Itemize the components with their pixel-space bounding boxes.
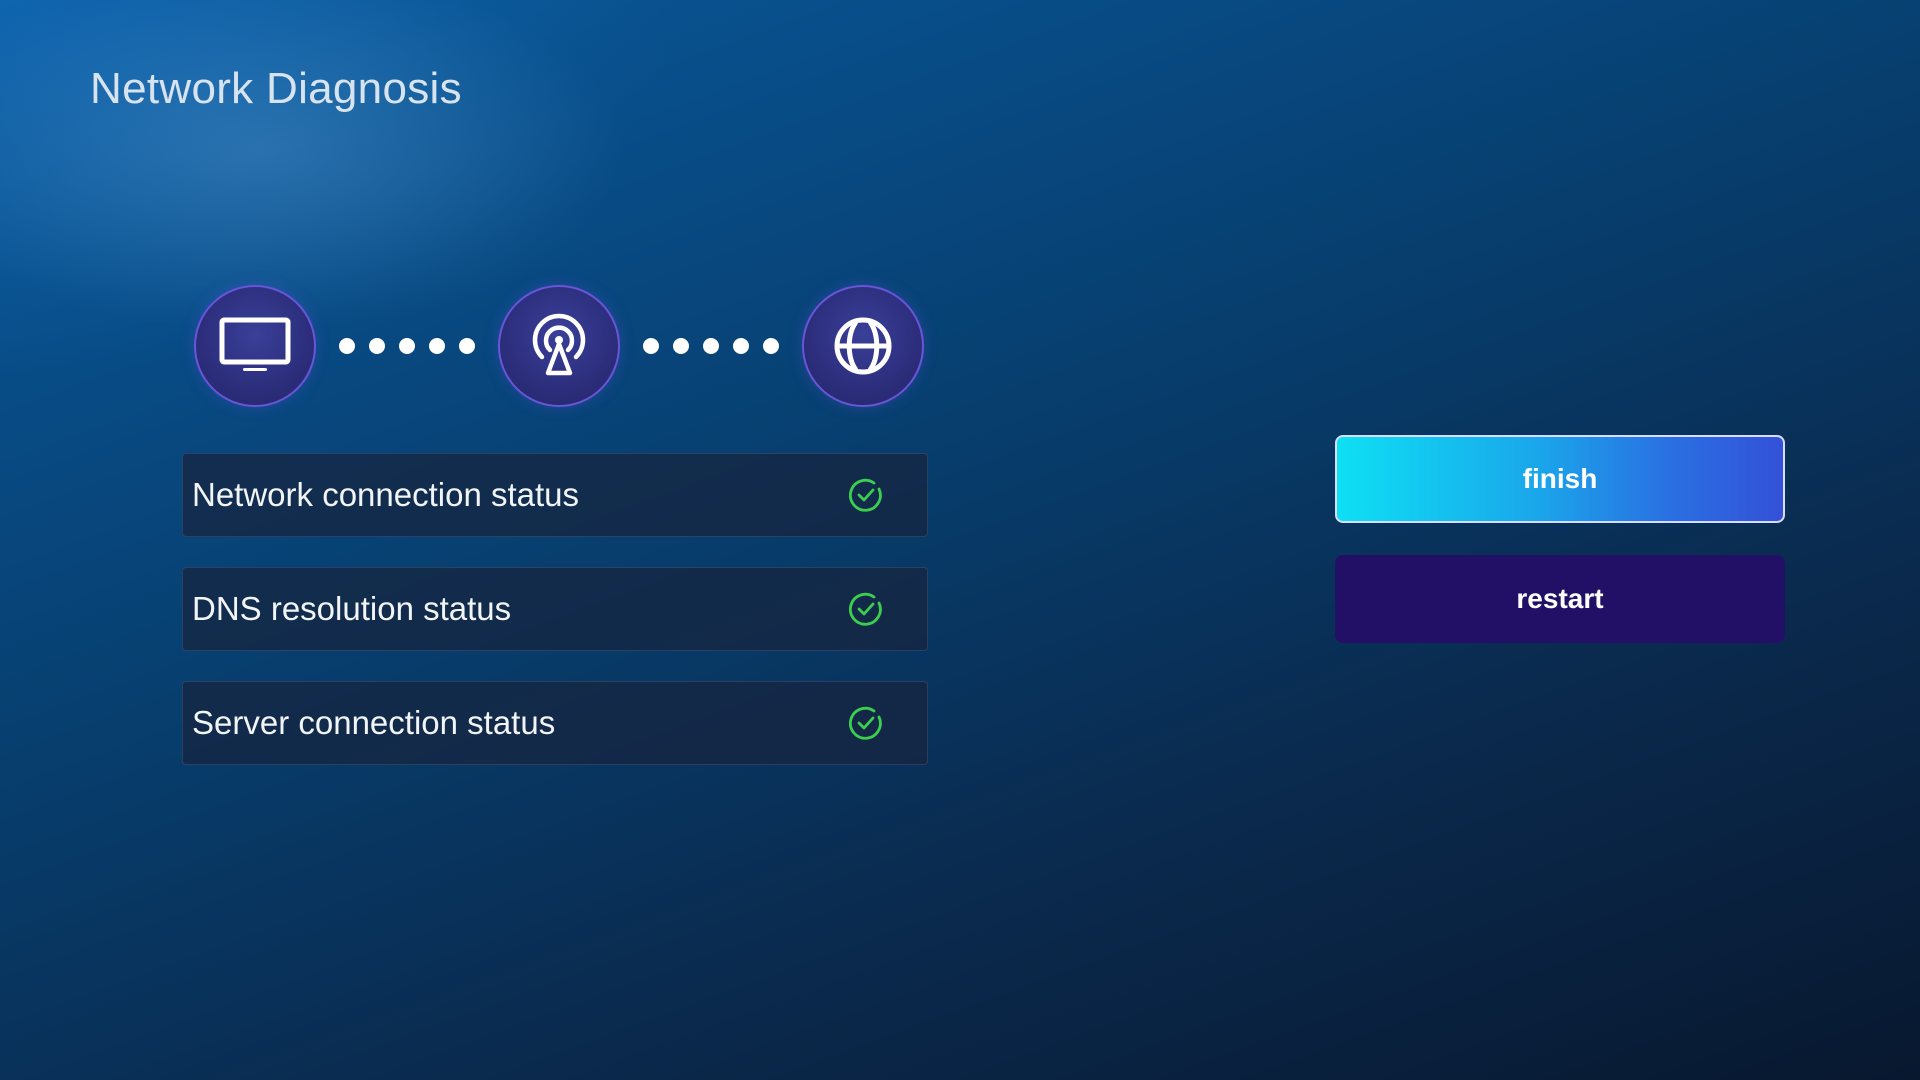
connector-dots-1 bbox=[316, 338, 498, 354]
check-circle-icon bbox=[849, 478, 883, 512]
restart-button[interactable]: restart bbox=[1335, 555, 1785, 643]
page-title: Network Diagnosis bbox=[90, 64, 462, 113]
check-circle-icon bbox=[849, 592, 883, 626]
tv-icon bbox=[218, 316, 292, 376]
check-circle-icon bbox=[849, 706, 883, 740]
internet-node bbox=[802, 285, 924, 407]
status-label: Network connection status bbox=[192, 476, 580, 513]
network-path-diagram bbox=[194, 285, 924, 407]
status-row-network: Network connection status bbox=[182, 453, 928, 537]
status-row-dns: DNS resolution status bbox=[182, 567, 928, 651]
status-row-server: Server connection status bbox=[182, 681, 928, 765]
status-list: Network connection status DNS resolution… bbox=[182, 453, 928, 795]
router-node bbox=[498, 285, 620, 407]
connector-dots-2 bbox=[620, 338, 802, 354]
device-node bbox=[194, 285, 316, 407]
finish-button[interactable]: finish bbox=[1335, 435, 1785, 523]
status-label: Server connection status bbox=[192, 704, 556, 741]
router-signal-icon bbox=[526, 313, 592, 379]
status-label: DNS resolution status bbox=[192, 590, 512, 627]
globe-icon bbox=[831, 314, 895, 378]
